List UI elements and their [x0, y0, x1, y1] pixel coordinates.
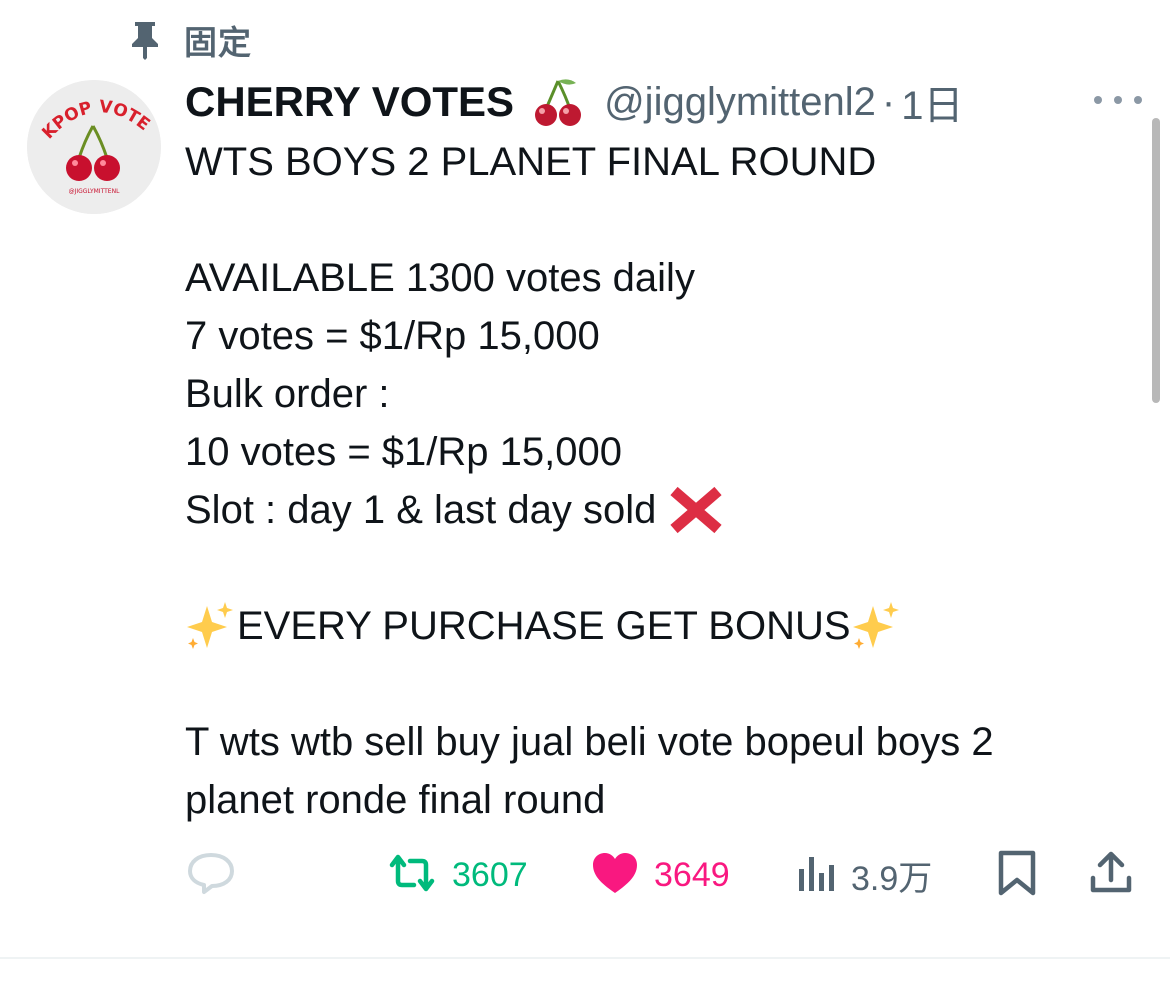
views-icon [797, 851, 837, 900]
tweet-line: Bulk order : [185, 372, 390, 416]
cross-mark-emoji [668, 485, 724, 535]
timestamp[interactable]: 1日 [901, 73, 963, 131]
tweet-line: 7 votes = $1/Rp 15,000 [185, 314, 600, 358]
tweet-line: T wts wtb sell buy jual beli vote bopeul… [185, 720, 994, 764]
tweet-line-bonus: EVERY PURCHASE GET BONUS [185, 597, 1145, 655]
more-options-icon[interactable] [1094, 88, 1142, 112]
separator-dot: · [881, 79, 896, 124]
tweet-divider [0, 957, 1170, 959]
tweet-line: AVAILABLE 1300 votes daily [185, 256, 695, 300]
tweet-line: WTS BOYS 2 PLANET FINAL ROUND [185, 140, 877, 184]
like-count: 3649 [654, 855, 730, 894]
bookmark-button[interactable] [996, 840, 1038, 910]
retweet-button[interactable]: 3607 [386, 840, 528, 910]
pinned-label: 固定 [184, 24, 252, 61]
tweet-text: WTS BOYS 2 PLANET FINAL ROUND AVAILABLE … [185, 133, 1145, 829]
retweet-count: 3607 [452, 855, 528, 894]
share-icon [1088, 850, 1134, 901]
bookmark-icon [996, 850, 1038, 901]
scrollbar[interactable] [1152, 118, 1160, 403]
views-count: 3.9万 [851, 859, 933, 898]
handle[interactable]: @jigglymittenl2 [604, 80, 876, 125]
display-name[interactable]: CHERRY VOTES [185, 78, 514, 126]
tweet-line-text: EVERY PURCHASE GET BONUS [237, 604, 851, 648]
reply-button[interactable] [186, 840, 236, 910]
tweet-line: 10 votes = $1/Rp 15,000 [185, 430, 622, 474]
share-button[interactable] [1088, 840, 1134, 910]
sparkles-emoji [851, 600, 903, 652]
action-bar: 3607 3649 3.9万 [0, 840, 1170, 910]
cherries-emoji [532, 75, 586, 129]
like-button[interactable]: 3649 [590, 840, 730, 910]
pin-icon [128, 20, 162, 60]
tweet-line: planet ronde final round [185, 778, 606, 822]
avatar[interactable]: KPOP VOTES @JIGGLYMITTENL [27, 80, 161, 214]
tweet-page: 固定 KPOP VOTES @JIGGLYMITTENL CHERRY VOTE… [0, 0, 1170, 983]
tweet-line-slot: Slot : day 1 & last day sold [185, 481, 1145, 539]
tweet-line-text: Slot : day 1 & last day sold [185, 488, 657, 532]
views-button[interactable]: 3.9万 [797, 840, 932, 910]
pinned-indicator: 固定 [128, 18, 252, 62]
heart-icon [590, 851, 640, 900]
sparkles-emoji [185, 600, 237, 652]
avatar-small-text: @JIGGLYMITTENL [69, 188, 120, 195]
retweet-icon [386, 851, 438, 900]
reply-icon [186, 851, 236, 900]
tweet-header: CHERRY VOTES @jigglymittenl2 · 1日 [185, 72, 963, 132]
